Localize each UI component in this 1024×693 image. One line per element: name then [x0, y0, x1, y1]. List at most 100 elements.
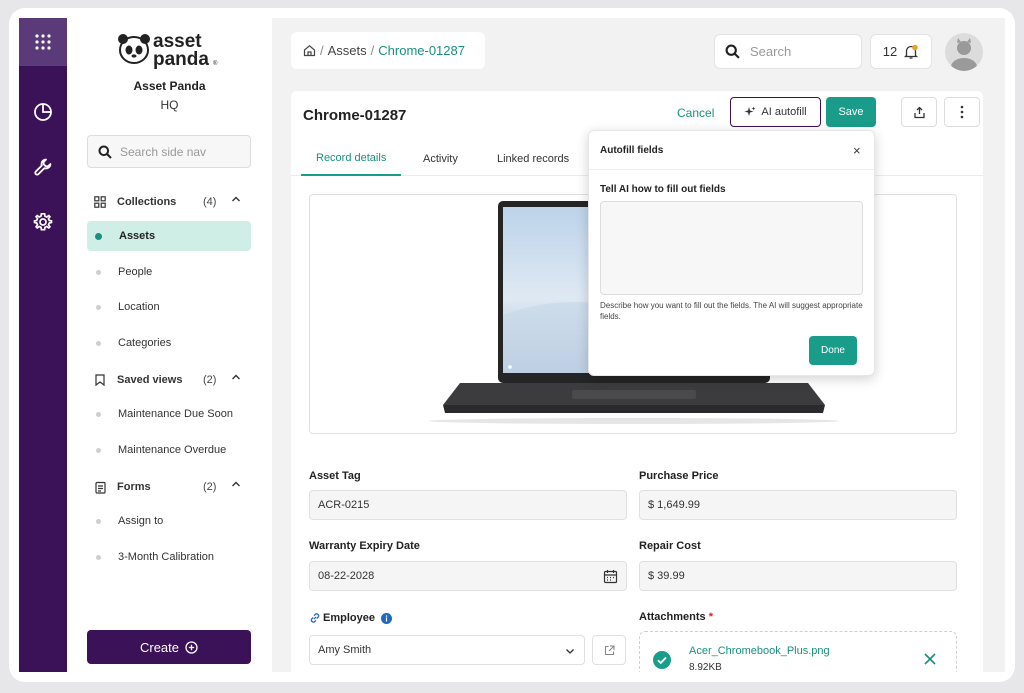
popover-title: Autofill fields	[600, 145, 664, 156]
done-button[interactable]: Done	[809, 336, 857, 365]
clipboard-icon	[93, 481, 107, 494]
group-label: Saved views	[117, 374, 183, 386]
info-icon[interactable]	[380, 612, 392, 624]
sidebar-item-maintenance-overdue[interactable]: Maintenance Overdue	[87, 435, 251, 465]
purchase-price-field[interactable]: $ 1,649.99	[639, 490, 957, 520]
notifications-button[interactable]: 12	[870, 34, 932, 69]
bell-icon	[904, 44, 919, 59]
search-icon	[725, 44, 740, 59]
wrench-icon	[34, 158, 52, 176]
breadcrumb: / Assets / Chrome-01287	[291, 32, 485, 69]
chart-pie-icon	[34, 103, 52, 121]
open-employee-button[interactable]	[592, 635, 626, 665]
side-nav: asset panda ® Asset Panda HQ Collections…	[67, 18, 272, 672]
sidebar-item-assign-to[interactable]: Assign to	[87, 506, 251, 536]
svg-text:®: ®	[213, 60, 218, 67]
chevron-up-icon[interactable]	[231, 194, 241, 207]
required-mark: *	[708, 611, 713, 623]
autofill-help-text: Describe how you want to fill out the fi…	[600, 301, 863, 321]
create-button[interactable]: Create	[87, 630, 251, 664]
attachment-size: 8.92KB	[689, 662, 722, 672]
breadcrumb-assets[interactable]: Assets	[328, 43, 367, 58]
app: asset panda ® Asset Panda HQ Collections…	[19, 18, 1005, 672]
gear-icon	[33, 212, 53, 231]
ai-autofill-label: AI autofill	[761, 106, 807, 118]
save-button[interactable]: Save	[826, 97, 876, 127]
sparkle-icon	[744, 106, 756, 116]
group-label: Collections	[117, 196, 177, 208]
warranty-date-field[interactable]: 08-22-2028	[309, 561, 627, 591]
attachment-filename[interactable]: Acer_Chromebook_Plus.png	[689, 645, 830, 657]
create-label: Create	[139, 639, 180, 655]
dashboard-button[interactable]	[31, 100, 55, 124]
share-button[interactable]	[901, 97, 937, 127]
grid-icon	[35, 34, 51, 50]
calendar-icon[interactable]	[603, 569, 618, 584]
employee-label: Employee	[323, 612, 375, 624]
ai-autofill-button[interactable]: AI autofill	[730, 97, 821, 127]
plus-circle-icon	[185, 640, 198, 654]
group-forms[interactable]: Forms (2)	[87, 475, 251, 499]
home-icon[interactable]	[303, 44, 316, 57]
asset-tag-field[interactable]: ACR-0215	[309, 490, 627, 520]
asset-panda-logo: asset panda ®	[117, 30, 227, 70]
group-count: (2)	[203, 481, 217, 493]
close-popover-button[interactable]: ×	[853, 143, 861, 158]
settings-button[interactable]	[31, 210, 55, 234]
bookmark-icon	[93, 374, 107, 386]
group-saved-views[interactable]: Saved views (2)	[87, 368, 251, 392]
apps-grid-button[interactable]	[19, 18, 67, 66]
more-vertical-icon	[960, 105, 964, 119]
repair-cost-label: Repair Cost	[639, 540, 701, 552]
warranty-label: Warranty Expiry Date	[309, 540, 420, 552]
window-frame: asset panda ® Asset Panda HQ Collections…	[9, 8, 1015, 682]
org-location: HQ	[160, 98, 179, 112]
autofill-prompt-textarea[interactable]	[600, 201, 863, 295]
tab-record-details[interactable]: Record details	[301, 141, 402, 176]
svg-text:panda: panda	[153, 49, 209, 70]
grid-icon	[93, 196, 107, 208]
attachment-item: Acer_Chromebook_Plus.png 8.92KB	[639, 631, 957, 672]
global-search-input[interactable]	[750, 44, 850, 59]
chevron-down-icon	[566, 649, 574, 654]
check-circle-icon	[653, 651, 671, 669]
sidebar-item-3-month-calibration[interactable]: 3-Month Calibration	[87, 542, 251, 572]
breadcrumb-current: Chrome-01287	[378, 43, 465, 58]
share-icon	[913, 106, 925, 118]
cancel-button[interactable]: Cancel	[677, 106, 714, 120]
tab-activity[interactable]: Activity	[423, 141, 458, 176]
avatar[interactable]	[945, 33, 983, 71]
purchase-price-label: Purchase Price	[639, 470, 719, 482]
close-icon[interactable]	[924, 653, 936, 665]
more-options-button[interactable]	[944, 97, 980, 127]
search-icon	[98, 145, 112, 159]
autofill-popover: Autofill fields × Tell AI how to fill ou…	[588, 130, 875, 376]
sidebar-item-categories[interactable]: Categories	[87, 328, 251, 358]
link-icon	[310, 613, 320, 623]
tools-button[interactable]	[31, 155, 55, 179]
global-search[interactable]	[714, 34, 862, 69]
attachments-label-row: Attachments *	[639, 611, 713, 623]
side-nav-search-input[interactable]	[120, 144, 240, 159]
org-name: Asset Panda	[133, 79, 206, 93]
sidebar-item-assets[interactable]: Assets	[87, 221, 251, 251]
group-label: Forms	[117, 481, 151, 493]
warranty-date-value: 08-22-2028	[318, 570, 375, 582]
chevron-up-icon[interactable]	[231, 479, 241, 492]
sidebar-item-people[interactable]: People	[87, 257, 251, 287]
chevron-up-icon[interactable]	[231, 372, 241, 385]
attachments-label: Attachments	[639, 611, 706, 623]
group-count: (4)	[203, 196, 217, 208]
side-nav-search[interactable]	[87, 135, 251, 168]
employee-select[interactable]: Amy Smith	[309, 635, 585, 665]
sidebar-item-location[interactable]: Location	[87, 292, 251, 322]
group-collections[interactable]: Collections (4)	[87, 190, 251, 214]
sidebar-item-maintenance-due-soon[interactable]: Maintenance Due Soon	[87, 399, 251, 429]
employee-label-row: Employee	[309, 612, 392, 624]
tab-linked-records[interactable]: Linked records	[497, 141, 569, 176]
asset-tag-label: Asset Tag	[309, 470, 361, 482]
notification-count: 12	[882, 44, 898, 59]
repair-cost-field[interactable]: $ 39.99	[639, 561, 957, 591]
external-link-icon	[604, 644, 615, 655]
app-rail	[19, 18, 67, 672]
